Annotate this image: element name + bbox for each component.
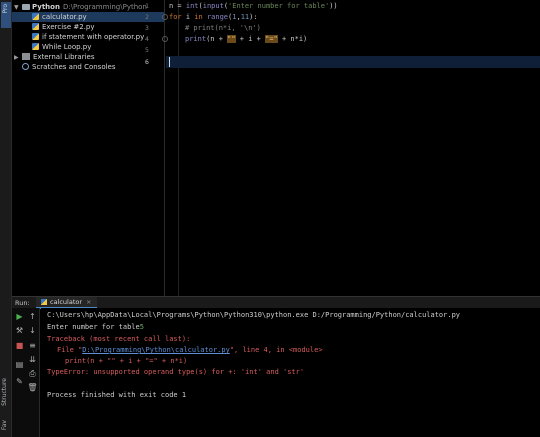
run-panel-label: Run: xyxy=(15,299,30,307)
tree-scratches-label: Scratches and Consoles xyxy=(32,63,116,71)
console-user-input: 5 xyxy=(139,323,144,331)
python-file-icon xyxy=(32,33,39,40)
favorites-tool-tab-label: Fav xyxy=(1,420,8,431)
code-line-2: for i in range(1,11): xyxy=(169,13,258,21)
fold-icon[interactable] xyxy=(162,36,168,42)
tree-scratches[interactable]: Scratches and Consoles xyxy=(22,62,116,72)
console-traceback-header: Traceback (most recent call last): xyxy=(47,335,191,343)
line-number: 2 xyxy=(145,13,149,21)
run-console[interactable]: C:\Users\hp\AppData\Local\Programs\Pytho… xyxy=(41,308,540,437)
tree-external-libraries-label: External Libraries xyxy=(33,53,95,61)
favorites-tool-tab[interactable]: Fav xyxy=(1,420,11,436)
scratches-icon xyxy=(22,63,29,70)
current-line-highlight xyxy=(166,56,540,68)
console-prompt-line: Enter number for table5 xyxy=(47,323,144,331)
code-line-1: n = int(input('Enter number for table')) xyxy=(169,2,338,10)
console-command-line: C:\Users\hp\AppData\Local\Programs\Pytho… xyxy=(47,311,461,319)
soft-wrap-icon[interactable]: ≡ xyxy=(27,340,38,351)
project-tool-tab-label: Pro xyxy=(2,4,9,14)
line-number: 3 xyxy=(145,24,149,32)
tree-file-label: While Loop.py xyxy=(42,43,92,51)
library-icon xyxy=(22,53,30,60)
tree-root-name: Python xyxy=(32,3,60,11)
line-number: 1 xyxy=(145,2,149,10)
left-tool-strip: Pro Structure Fav xyxy=(0,0,12,437)
code-line-3: # print(n*i, '\n') xyxy=(185,24,261,32)
console-exit-line: Process finished with exit code 1 xyxy=(47,391,187,399)
print-icon[interactable]: ⎙ xyxy=(27,368,38,379)
line-number-current: 6 xyxy=(145,58,149,66)
rerun-icon[interactable]: ▶ xyxy=(14,311,25,322)
project-tool-tab[interactable]: Pro xyxy=(1,2,11,28)
arrow-down-icon[interactable]: ↓ xyxy=(27,325,38,336)
traceback-file-link[interactable]: D:\Programming\Python\calculator.py xyxy=(82,346,230,354)
code-line-4: print(n + "" + i + "=" + n*i) xyxy=(185,35,308,43)
run-tab-label: calculator xyxy=(50,298,83,306)
tree-root-path: D:\Programming\Python xyxy=(62,3,147,11)
python-file-icon xyxy=(32,13,39,20)
pin-icon[interactable]: ✎ xyxy=(14,376,25,387)
python-file-icon xyxy=(32,43,39,50)
tree-file-exercise-2[interactable]: Exercise #2.py xyxy=(32,22,94,32)
trash-icon[interactable]: 🗑 xyxy=(27,382,38,393)
run-panel-header: Run: calculator × xyxy=(12,296,540,309)
python-file-icon xyxy=(41,299,47,305)
tree-file-label: Exercise #2.py xyxy=(42,23,95,31)
console-traceback-file: File "D:\Programming\Python\calculator.p… xyxy=(57,346,323,354)
run-toolbar: ▶ ↑ ⚒ ↓ ■ ≡ ⇊ ▤ ⎙ ✎ 🗑 xyxy=(12,308,40,437)
structure-tool-tab-label: Structure xyxy=(1,378,8,406)
folder-icon xyxy=(22,4,30,10)
arrow-up-icon[interactable]: ↑ xyxy=(27,311,38,322)
python-file-icon xyxy=(32,23,39,30)
fold-icon[interactable] xyxy=(162,14,168,20)
tree-file-label: calculator.py xyxy=(42,13,87,21)
console-traceback-source: print(n + "" + i + "=" + n*i) xyxy=(65,357,188,365)
tree-file-label: if statement with operator.py xyxy=(42,33,145,41)
tree-file-if-statement[interactable]: if statement with operator.py xyxy=(32,32,144,42)
line-number: 4 xyxy=(145,35,149,43)
text-caret xyxy=(169,57,170,67)
wrench-icon[interactable]: ⚒ xyxy=(14,325,25,336)
scroll-to-end-icon[interactable]: ⇊ xyxy=(27,354,38,365)
chevron-right-icon[interactable]: ▶ xyxy=(14,53,22,63)
stop-icon[interactable]: ■ xyxy=(14,340,25,351)
structure-tool-tab[interactable]: Structure xyxy=(1,378,11,418)
layout-icon[interactable]: ▤ xyxy=(14,359,25,370)
tree-external-libraries[interactable]: ▶ External Libraries xyxy=(14,52,95,62)
tree-file-while-loop[interactable]: While Loop.py xyxy=(32,42,91,52)
tree-root-python[interactable]: ▼ Python D:\Programming\Python xyxy=(14,2,147,12)
console-error-line: TypeError: unsupported operand type(s) f… xyxy=(47,368,305,376)
line-number: 5 xyxy=(145,46,149,54)
editor-gutter xyxy=(165,0,179,296)
close-icon[interactable]: × xyxy=(86,298,91,306)
